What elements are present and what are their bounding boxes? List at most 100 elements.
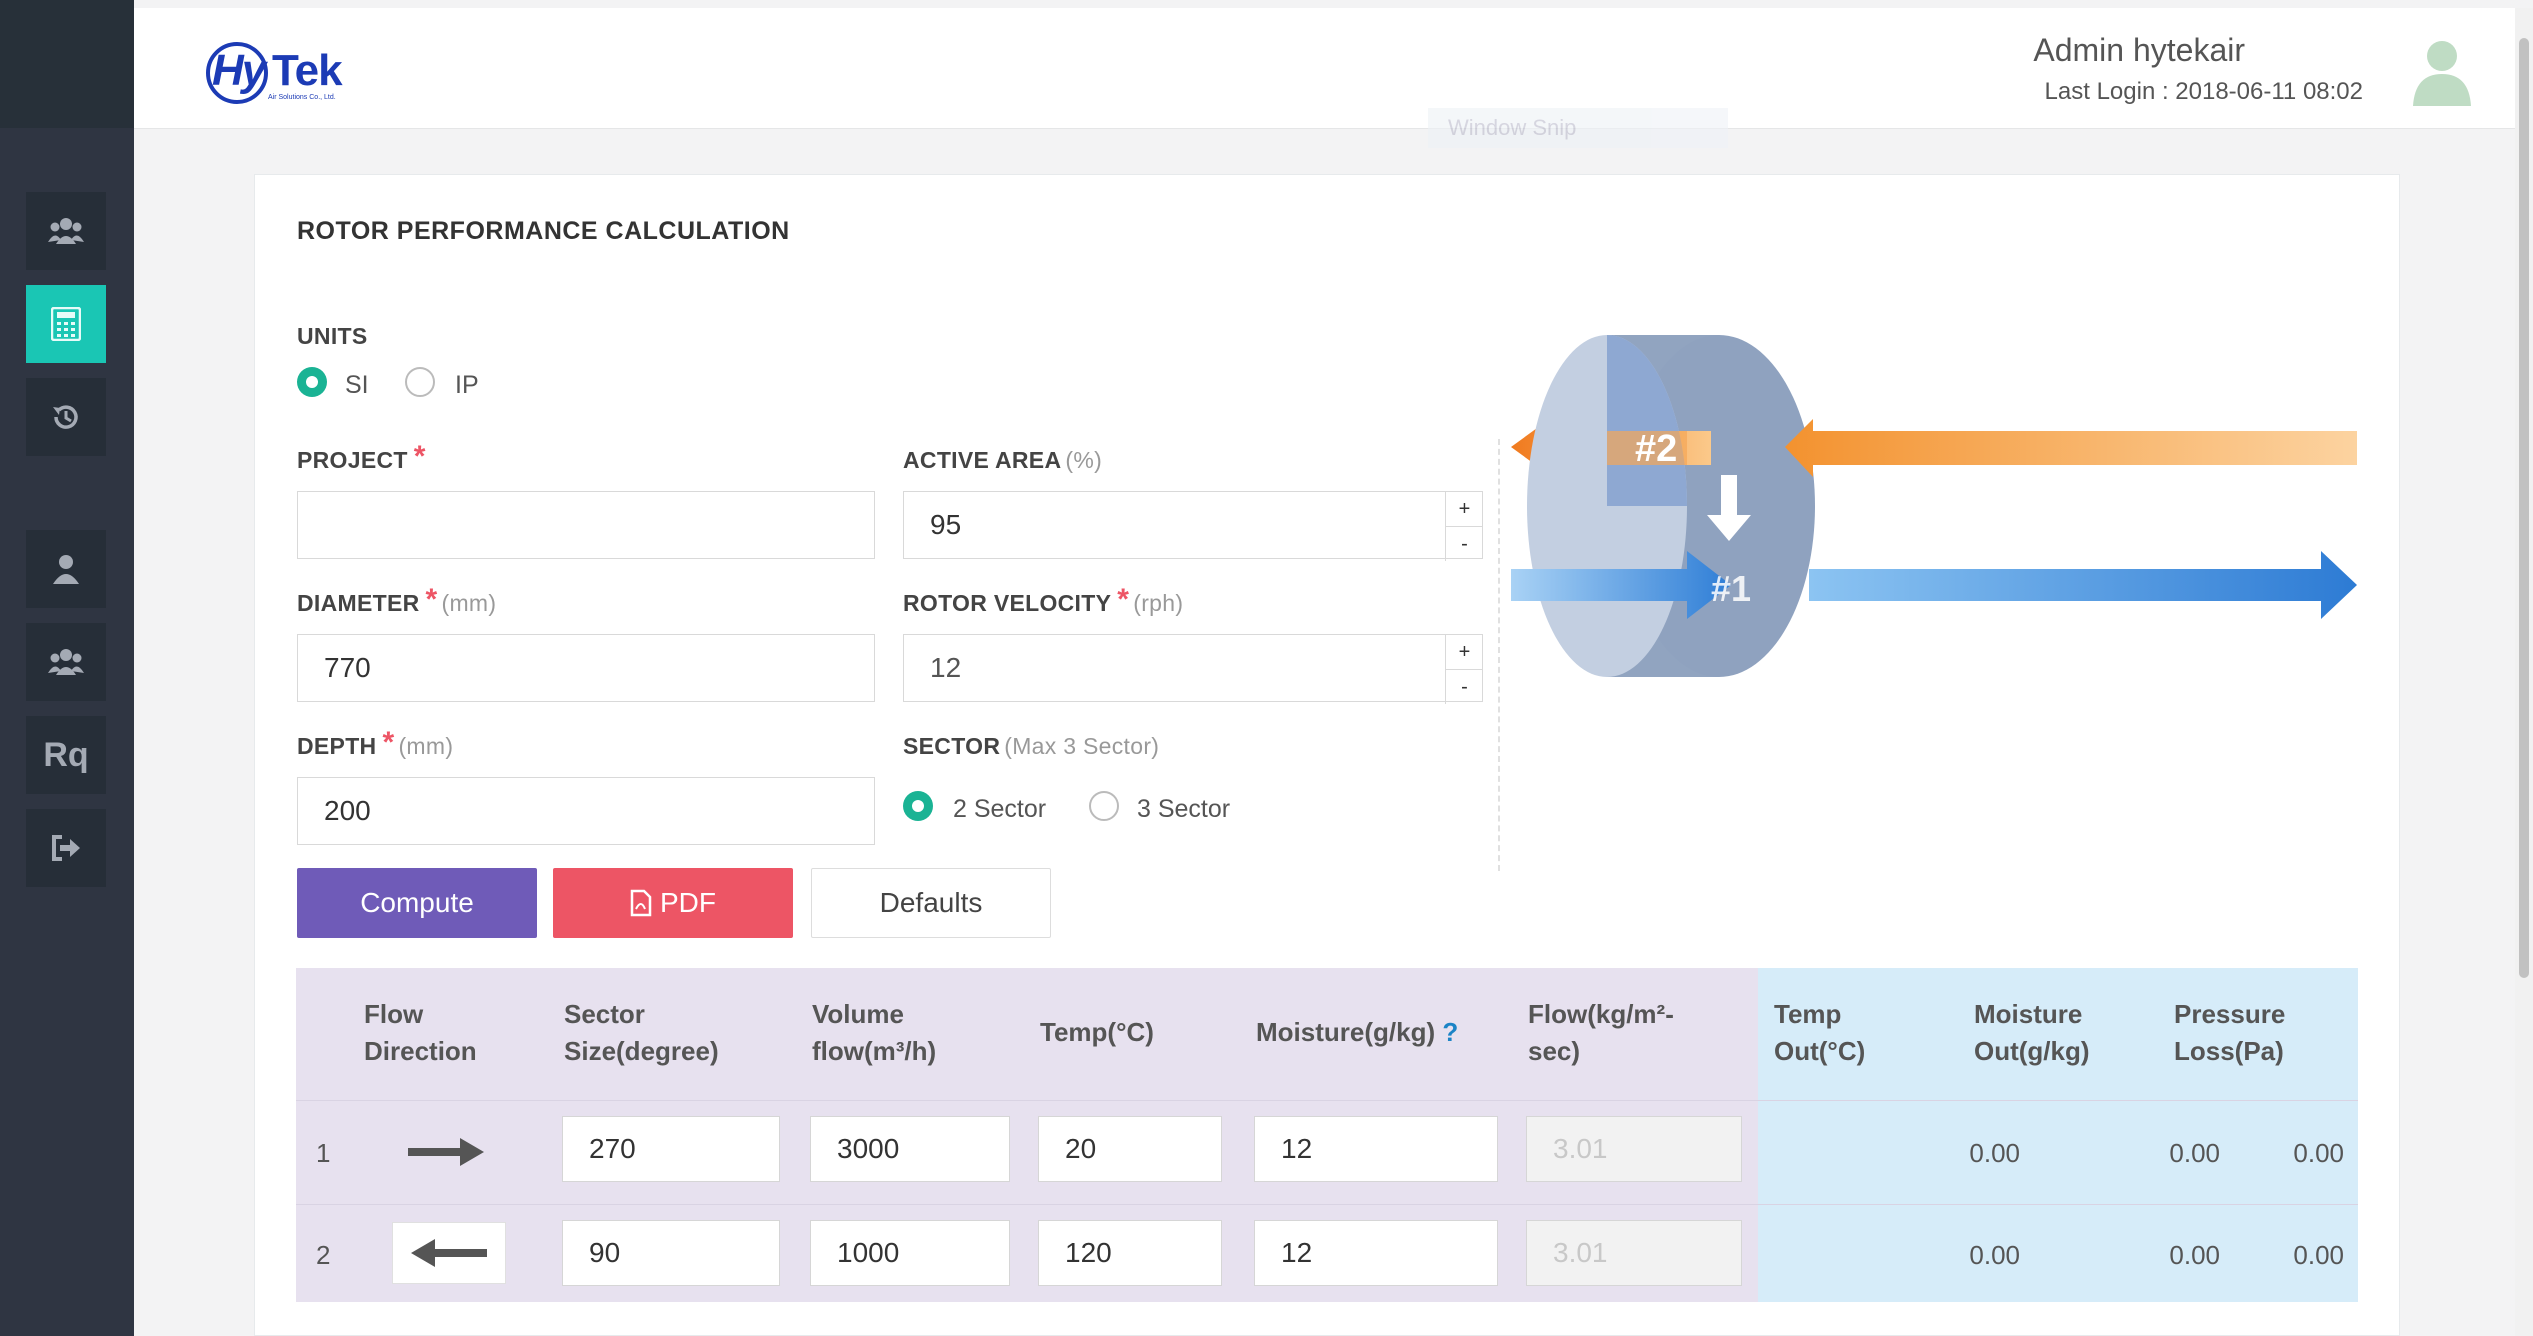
header-volume-flow-line1: Volume	[812, 999, 904, 1029]
sector-size-input[interactable]: 270	[562, 1116, 780, 1182]
active-area-label-text: ACTIVE AREA	[903, 447, 1062, 473]
pressure-loss-text: 0.00	[2293, 1138, 2344, 1168]
required-mark: *	[425, 583, 438, 616]
window-snip-overlay: Window Snip	[1428, 108, 1728, 148]
volume-flow-input[interactable]: 3000	[810, 1116, 1010, 1182]
temp-input[interactable]: 20	[1038, 1116, 1222, 1182]
row-number: 1	[316, 1138, 331, 1168]
sector-size-input[interactable]: 90	[562, 1220, 780, 1286]
file-pdf-icon	[630, 889, 652, 917]
row-number: 2	[316, 1240, 331, 1270]
header-sector-size-line2: Size(degree)	[564, 1036, 719, 1066]
units-ip-radio[interactable]	[405, 367, 435, 397]
active-area-increment[interactable]: +	[1446, 492, 1483, 527]
active-area-decrement[interactable]: -	[1446, 527, 1483, 561]
orange-arrow-right	[1785, 419, 2357, 477]
top-navbar: Hy Tek Air Solutions Co., Ltd. Admin hyt…	[134, 8, 2533, 129]
required-mark: *	[1117, 583, 1130, 616]
row-divider	[296, 1100, 2358, 1101]
sidebar: Rq	[0, 0, 134, 1336]
row-divider	[296, 1204, 2358, 1205]
flow-kg-output: 3.01	[1526, 1116, 1742, 1182]
sidebar-item-calculator[interactable]	[26, 285, 106, 363]
compute-button[interactable]: Compute	[297, 868, 537, 938]
avatar[interactable]	[2411, 38, 2473, 106]
logo-hy: Hy	[212, 46, 266, 95]
rotor-velocity-increment[interactable]: +	[1446, 635, 1483, 670]
page-scrollbar[interactable]	[2515, 8, 2533, 1336]
user-avatar-icon	[2413, 41, 2471, 106]
sector-2-label: 2 Sector	[953, 795, 1047, 823]
moisture-out-value: 0.00	[2169, 1240, 2220, 1270]
moisture-out-value: 0.00	[2169, 1138, 2220, 1168]
logo-subtitle: Air Solutions Co., Ltd.	[268, 94, 336, 101]
moisture-help-icon[interactable]: ?	[1442, 1017, 1458, 1047]
form-diagram-divider	[1498, 439, 1500, 871]
project-input[interactable]	[297, 491, 875, 559]
moisture-input[interactable]: 12	[1254, 1220, 1498, 1286]
moisture-input[interactable]: 12	[1254, 1116, 1498, 1182]
defaults-button[interactable]: Defaults	[811, 868, 1051, 938]
units-si-label: SI	[345, 371, 369, 399]
rotor-velocity-label-text: ROTOR VELOCITY	[903, 590, 1112, 616]
units-si-radio[interactable]	[297, 367, 327, 397]
project-label-text: PROJECT	[297, 447, 408, 473]
flow-direction-right	[408, 1134, 484, 1170]
temp-out-value: 0.00	[1969, 1138, 2020, 1168]
units-ip-label: IP	[455, 371, 479, 399]
active-area-input[interactable]: 95	[903, 491, 1483, 559]
rotor-velocity-decrement[interactable]: -	[1446, 670, 1483, 704]
pdf-button-label: PDF	[660, 887, 716, 918]
pdf-button[interactable]: PDF	[553, 868, 793, 938]
header-moisture-out-line1: Moisture	[1974, 999, 2083, 1029]
header-pressure-loss: Pressure Loss(Pa)	[2174, 996, 2285, 1070]
scrollbar-thumb[interactable]	[2519, 38, 2529, 978]
history-icon	[53, 405, 78, 429]
active-area-unit: (%)	[1065, 447, 1103, 473]
brand-logo[interactable]: Hy Tek Air Solutions Co., Ltd.	[206, 38, 366, 108]
users-icon	[48, 218, 84, 244]
sidebar-item-user[interactable]	[26, 530, 106, 608]
page-title: ROTOR PERFORMANCE CALCULATION	[297, 217, 790, 245]
requests-label: Rq	[43, 735, 89, 774]
depth-input[interactable]: 200	[297, 777, 875, 845]
sector-label: SECTOR (Max 3 Sector)	[903, 733, 1159, 760]
volume-flow-input[interactable]: 1000	[810, 1220, 1010, 1286]
sidebar-item-group[interactable]	[26, 192, 106, 270]
sidebar-item-logout[interactable]	[26, 809, 106, 887]
pressure-loss-text: 0.00	[2293, 1240, 2344, 1270]
temp-input[interactable]: 120	[1038, 1220, 1222, 1286]
active-area-label: ACTIVE AREA (%)	[903, 447, 1102, 474]
sector-2-label: #2	[1635, 428, 1677, 470]
top-strip	[0, 0, 2533, 8]
diameter-input[interactable]: 770	[297, 634, 875, 702]
header-flow-direction: Flow Direction	[364, 996, 477, 1070]
header-temp: Temp(°C)	[1040, 1017, 1154, 1047]
active-area-value: 95	[930, 509, 962, 540]
header-temp-out-line2: Out(°C)	[1774, 1036, 1866, 1066]
sidebar-item-requests[interactable]: Rq	[26, 716, 106, 794]
project-label: PROJECT *	[297, 442, 426, 474]
sidebar-item-users[interactable]	[26, 623, 106, 701]
header-flow-kg-line2: sec)	[1528, 1036, 1581, 1066]
depth-label: DEPTH * (mm)	[297, 728, 454, 760]
depth-unit: (mm)	[398, 733, 454, 759]
rotor-velocity-input[interactable]: 12	[903, 634, 1483, 702]
sector-3-radio[interactable]	[1089, 791, 1119, 821]
header-volume-flow-line2: flow(m³/h)	[812, 1036, 937, 1066]
sidebar-item-history[interactable]	[26, 378, 106, 456]
header-pressure-loss-line1: Pressure	[2174, 999, 2286, 1029]
calculator-icon	[51, 307, 81, 341]
header-flow-direction-line1: Flow	[364, 999, 424, 1029]
header-volume-flow: Volume flow(m³/h)	[812, 996, 936, 1070]
flow-table: Flow Direction Sector Size(degree) Volume f…	[296, 968, 2358, 1302]
header-moisture: Moisture(g/kg) ?	[1256, 1014, 1458, 1051]
diameter-label: DIAMETER * (mm)	[297, 585, 496, 617]
users-icon	[48, 649, 84, 675]
sector-2-radio[interactable]	[903, 791, 933, 821]
sector-3-label: 3 Sector	[1137, 795, 1231, 823]
depth-label-text: DEPTH	[297, 733, 377, 759]
active-area-stepper: + -	[1445, 492, 1483, 561]
flow-direction-left-button[interactable]	[392, 1222, 506, 1284]
sector-label-text: SECTOR	[903, 733, 1001, 759]
